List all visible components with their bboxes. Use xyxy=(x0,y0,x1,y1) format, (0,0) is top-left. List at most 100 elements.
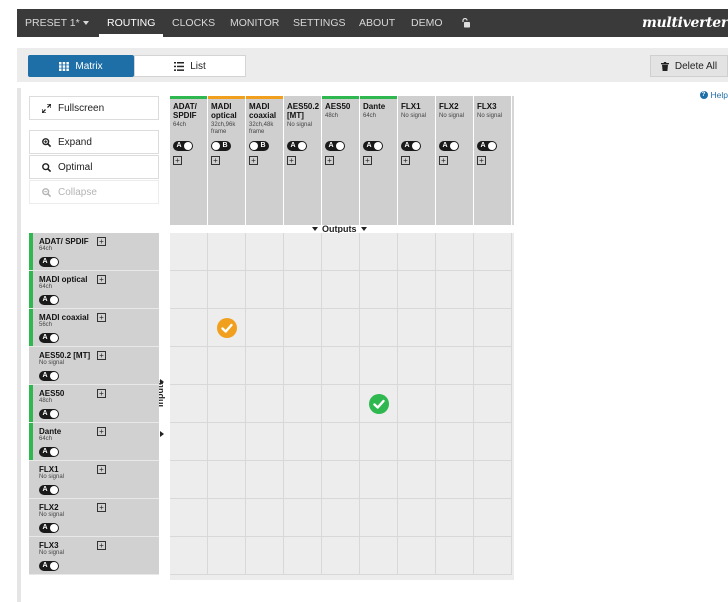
expand-plus-icon[interactable]: + xyxy=(97,351,106,360)
crosspoint-cell[interactable] xyxy=(360,309,398,347)
expand-plus-icon[interactable]: + xyxy=(363,156,372,165)
mode-toggle-a[interactable]: A xyxy=(39,523,59,533)
crosspoint-cell[interactable] xyxy=(436,271,474,309)
crosspoint-cell[interactable] xyxy=(208,309,246,347)
crosspoint-cell[interactable] xyxy=(474,385,512,423)
expand-plus-icon[interactable]: + xyxy=(97,465,106,474)
crosspoint-cell[interactable] xyxy=(474,499,512,537)
crosspoint-cell[interactable] xyxy=(284,423,322,461)
crosspoint-cell[interactable] xyxy=(246,499,284,537)
mode-toggle-a[interactable]: A xyxy=(439,141,459,151)
crosspoint-cell[interactable] xyxy=(322,233,360,271)
crosspoint-cell[interactable] xyxy=(436,499,474,537)
crosspoint-cell[interactable] xyxy=(246,347,284,385)
expand-plus-icon[interactable]: + xyxy=(97,427,106,436)
crosspoint-cell[interactable] xyxy=(170,423,208,461)
crosspoint-cell[interactable] xyxy=(474,309,512,347)
crosspoint-cell[interactable] xyxy=(436,423,474,461)
crosspoint-cell[interactable] xyxy=(208,499,246,537)
mode-toggle-a[interactable]: A xyxy=(39,257,59,267)
crosspoint-cell[interactable] xyxy=(322,385,360,423)
nav-settings[interactable]: SETTINGS xyxy=(293,9,346,37)
crosspoint-cell[interactable] xyxy=(208,423,246,461)
crosspoint-cell[interactable] xyxy=(170,233,208,271)
crosspoint-cell[interactable] xyxy=(170,499,208,537)
crosspoint-cell[interactable] xyxy=(360,537,398,575)
crosspoint-cell[interactable] xyxy=(360,385,398,423)
expand-plus-icon[interactable]: + xyxy=(97,237,106,246)
crosspoint-cell[interactable] xyxy=(170,385,208,423)
delete-all-button[interactable]: Delete All xyxy=(650,55,728,77)
crosspoint-cell[interactable] xyxy=(170,271,208,309)
mode-toggle-a[interactable]: A xyxy=(401,141,421,151)
crosspoint-cell[interactable] xyxy=(360,233,398,271)
nav-monitor[interactable]: MONITOR xyxy=(230,9,279,37)
mode-toggle-b[interactable]: B xyxy=(211,141,231,151)
crosspoint-cell[interactable] xyxy=(398,385,436,423)
expand-plus-icon[interactable]: + xyxy=(477,156,486,165)
crosspoint-cell[interactable] xyxy=(284,233,322,271)
expand-plus-icon[interactable]: + xyxy=(97,541,106,550)
crosspoint-cell[interactable] xyxy=(474,271,512,309)
crosspoint-cell[interactable] xyxy=(170,309,208,347)
mode-toggle-a[interactable]: A xyxy=(477,141,497,151)
help-link[interactable]: ? Help xyxy=(699,90,728,100)
crosspoint-cell[interactable] xyxy=(246,461,284,499)
crosspoint-cell[interactable] xyxy=(284,499,322,537)
crosspoint-cell[interactable] xyxy=(284,347,322,385)
crosspoint-cell[interactable] xyxy=(398,271,436,309)
crosspoint-cell[interactable] xyxy=(208,271,246,309)
crosspoint-cell[interactable] xyxy=(398,347,436,385)
expand-plus-icon[interactable]: + xyxy=(97,503,106,512)
crosspoint-cell[interactable] xyxy=(360,461,398,499)
crosspoint-cell[interactable] xyxy=(322,309,360,347)
crosspoint-cell[interactable] xyxy=(360,499,398,537)
nav-routing[interactable]: ROUTING xyxy=(98,9,164,37)
crosspoint-cell[interactable] xyxy=(246,271,284,309)
crosspoint-cell[interactable] xyxy=(284,385,322,423)
mode-toggle-a[interactable]: A xyxy=(39,295,59,305)
crosspoint-cell[interactable] xyxy=(208,385,246,423)
mode-toggle-a[interactable]: A xyxy=(363,141,383,151)
expand-plus-icon[interactable]: + xyxy=(211,156,220,165)
crosspoint-cell[interactable] xyxy=(398,423,436,461)
crosspoint-cell[interactable] xyxy=(246,385,284,423)
crosspoint-cell[interactable] xyxy=(360,347,398,385)
crosspoint-cell[interactable] xyxy=(474,233,512,271)
crosspoint-cell[interactable] xyxy=(436,347,474,385)
crosspoint-cell[interactable] xyxy=(208,347,246,385)
mode-toggle-a[interactable]: A xyxy=(39,561,59,571)
crosspoint-cell[interactable] xyxy=(398,499,436,537)
crosspoint-cell[interactable] xyxy=(360,423,398,461)
crosspoint-cell[interactable] xyxy=(398,537,436,575)
mode-toggle-a[interactable]: A xyxy=(173,141,193,151)
crosspoint-cell[interactable] xyxy=(170,537,208,575)
crosspoint-cell[interactable] xyxy=(474,461,512,499)
crosspoint-cell[interactable] xyxy=(246,309,284,347)
crosspoint-cell[interactable] xyxy=(284,461,322,499)
matrix-view-button[interactable]: Matrix xyxy=(28,55,134,77)
nav-clocks[interactable]: CLOCKS xyxy=(172,9,215,37)
expand-plus-icon[interactable]: + xyxy=(325,156,334,165)
crosspoint-cell[interactable] xyxy=(322,537,360,575)
list-view-button[interactable]: List xyxy=(134,55,246,77)
unlock-icon[interactable] xyxy=(461,17,470,28)
crosspoint-cell[interactable] xyxy=(360,271,398,309)
crosspoint-cell[interactable] xyxy=(322,461,360,499)
crosspoint-cell[interactable] xyxy=(170,347,208,385)
crosspoint-cell[interactable] xyxy=(474,347,512,385)
crosspoint-cell[interactable] xyxy=(398,461,436,499)
crosspoint-cell[interactable] xyxy=(398,233,436,271)
nav-preset-menu[interactable]: PRESET 1* xyxy=(25,9,89,37)
nav-demo[interactable]: DEMO xyxy=(411,9,443,37)
crosspoint-cell[interactable] xyxy=(322,499,360,537)
crosspoint-cell[interactable] xyxy=(284,537,322,575)
mode-toggle-a[interactable]: A xyxy=(39,447,59,457)
crosspoint-cell[interactable] xyxy=(208,233,246,271)
crosspoint-cell[interactable] xyxy=(436,461,474,499)
expand-plus-icon[interactable]: + xyxy=(401,156,410,165)
crosspoint-cell[interactable] xyxy=(170,461,208,499)
nav-about[interactable]: ABOUT xyxy=(359,9,395,37)
crosspoint-cell[interactable] xyxy=(436,233,474,271)
expand-plus-icon[interactable]: + xyxy=(97,389,106,398)
